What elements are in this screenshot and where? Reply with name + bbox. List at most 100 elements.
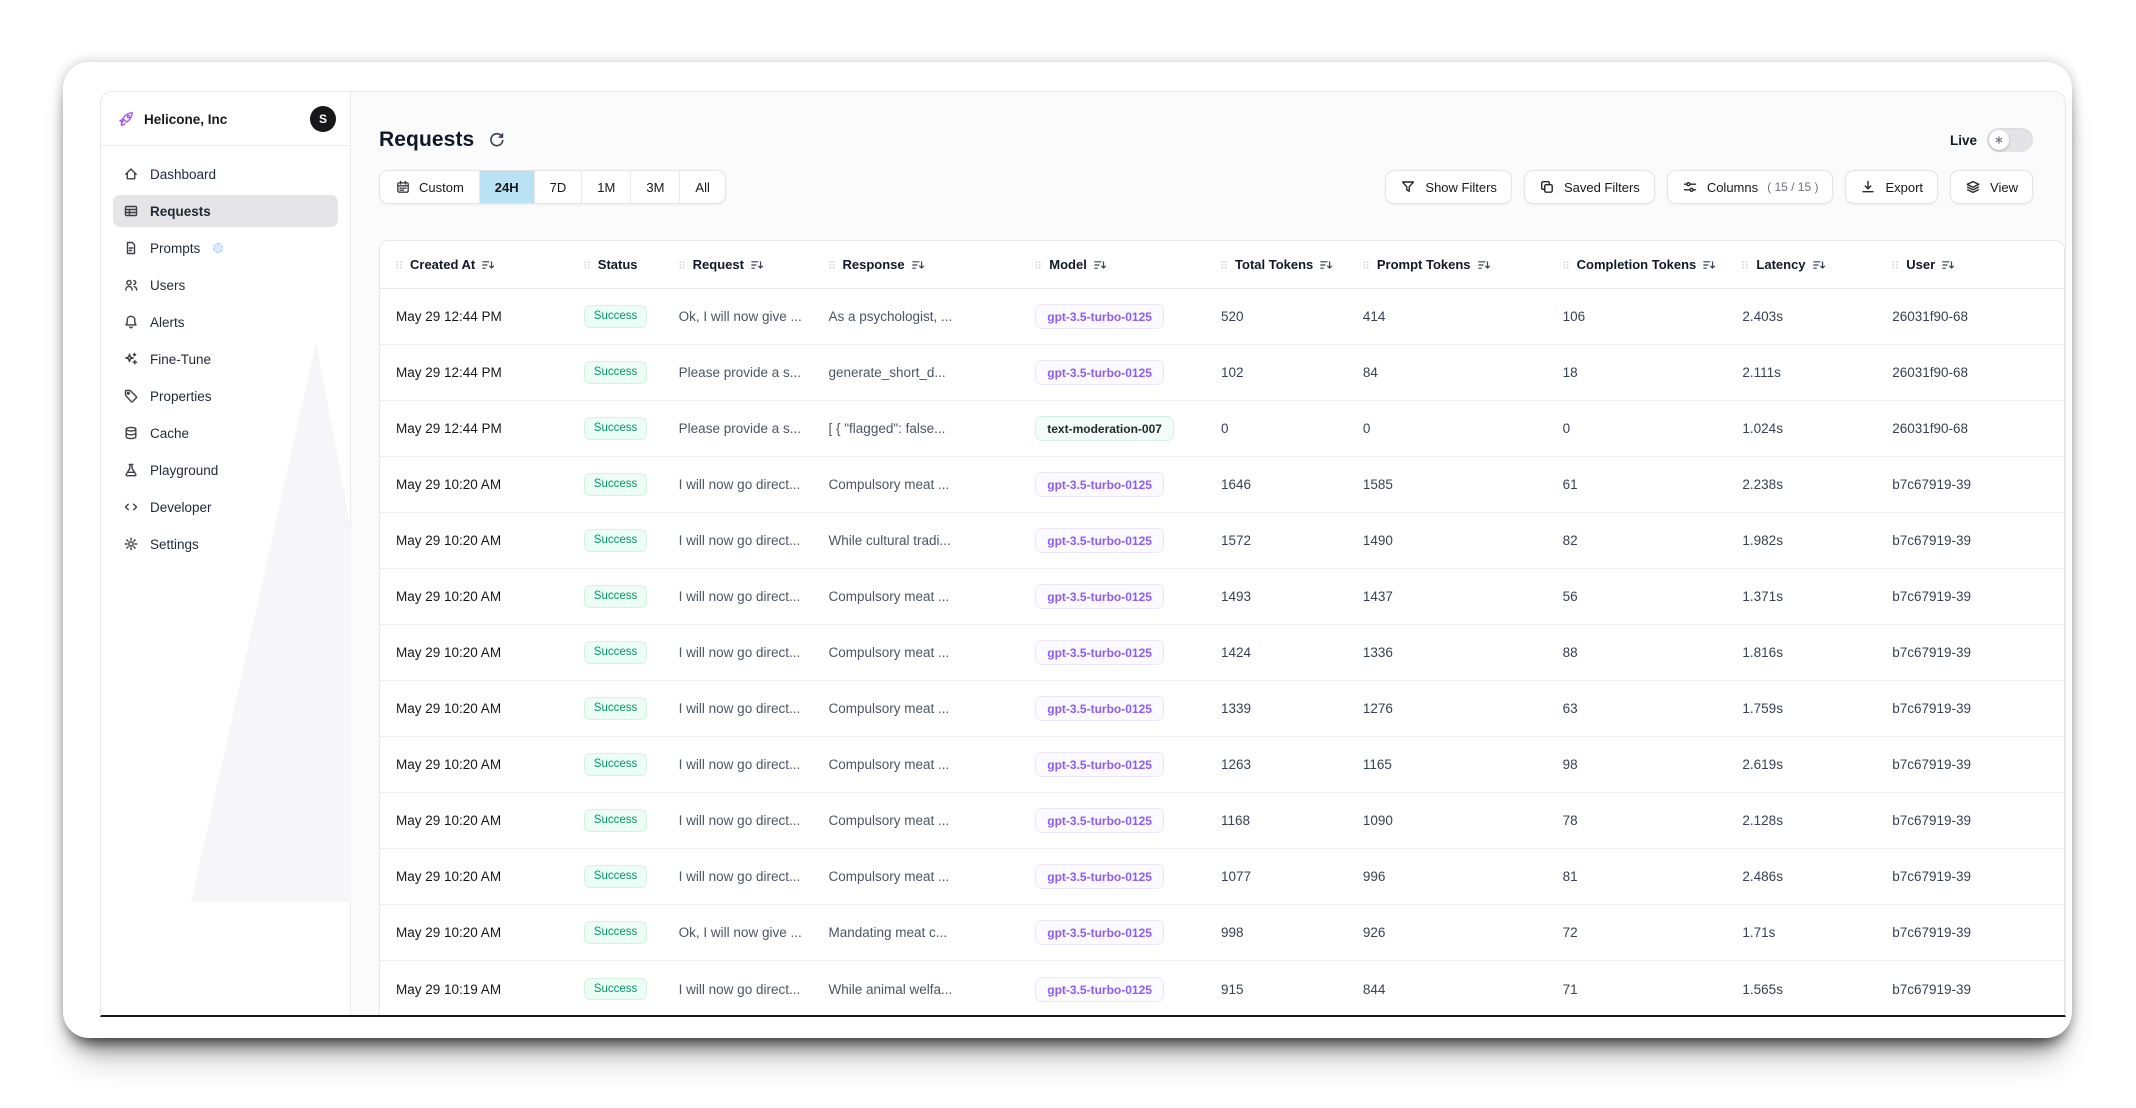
cell-response: While animal welfa... bbox=[813, 982, 1020, 997]
drag-handle-icon[interactable] bbox=[582, 258, 592, 272]
sidebar-item-users[interactable]: Users bbox=[113, 269, 338, 301]
button-label: Export bbox=[1885, 180, 1923, 195]
show-filters-button[interactable]: Show Filters bbox=[1385, 170, 1512, 204]
avatar[interactable]: S bbox=[310, 106, 336, 132]
table-row[interactable]: May 29 10:20 AMSuccessI will now go dire… bbox=[380, 681, 2064, 737]
drag-handle-icon[interactable] bbox=[1033, 258, 1043, 272]
table-body: May 29 12:44 PMSuccessOk, I will now giv… bbox=[380, 289, 2064, 1015]
sidebar-item-cache[interactable]: Cache bbox=[113, 417, 338, 449]
cell-prompt_tokens: 1437 bbox=[1347, 589, 1547, 604]
time-filter-1m[interactable]: 1M bbox=[582, 171, 631, 203]
cell-created_at: May 29 12:44 PM bbox=[380, 421, 568, 436]
table-row[interactable]: May 29 12:44 PMSuccessPlease provide a s… bbox=[380, 345, 2064, 401]
table-row[interactable]: May 29 10:20 AMSuccessI will now go dire… bbox=[380, 569, 2064, 625]
sidebar-item-dashboard[interactable]: Dashboard bbox=[113, 158, 338, 190]
status-badge: Success bbox=[584, 529, 647, 552]
sidebar-item-alerts[interactable]: Alerts bbox=[113, 306, 338, 338]
table-row[interactable]: May 29 12:44 PMSuccessOk, I will now giv… bbox=[380, 289, 2064, 345]
org-switcher[interactable]: Helicone, Inc S bbox=[101, 92, 350, 145]
sort-icon[interactable] bbox=[1812, 258, 1826, 272]
cell-request: I will now go direct... bbox=[663, 477, 813, 492]
column-header-status[interactable]: Status bbox=[568, 257, 663, 272]
table-row[interactable]: May 29 10:20 AMSuccessI will now go dire… bbox=[380, 793, 2064, 849]
sliders-icon bbox=[1682, 179, 1698, 195]
drag-handle-icon[interactable] bbox=[1561, 258, 1571, 272]
sort-icon[interactable] bbox=[750, 258, 764, 272]
sidebar-item-properties[interactable]: Properties bbox=[113, 380, 338, 412]
live-label: Live bbox=[1950, 133, 1977, 148]
sort-icon[interactable] bbox=[481, 258, 495, 272]
sort-icon[interactable] bbox=[1319, 258, 1333, 272]
time-filter-24h[interactable]: 24H bbox=[480, 171, 535, 203]
sidebar-item-playground[interactable]: Playground bbox=[113, 454, 338, 486]
cell-status: Success bbox=[568, 865, 663, 888]
sidebar-item-label: Requests bbox=[150, 204, 211, 219]
sort-icon[interactable] bbox=[1477, 258, 1491, 272]
drag-handle-icon[interactable] bbox=[1219, 258, 1229, 272]
sort-icon[interactable] bbox=[911, 258, 925, 272]
cell-total_tokens: 0 bbox=[1205, 421, 1347, 436]
table-row[interactable]: May 29 12:44 PMSuccessPlease provide a s… bbox=[380, 401, 2064, 457]
refresh-icon[interactable] bbox=[488, 132, 505, 149]
time-filter-7d[interactable]: 7D bbox=[535, 171, 583, 203]
cell-status: Success bbox=[568, 417, 663, 440]
table-row[interactable]: May 29 10:20 AMSuccessI will now go dire… bbox=[380, 513, 2064, 569]
column-header-user[interactable]: User bbox=[1876, 257, 2064, 272]
sidebar-item-developer[interactable]: Developer bbox=[113, 491, 338, 523]
column-header-request[interactable]: Request bbox=[663, 257, 813, 272]
table-row[interactable]: May 29 10:20 AMSuccessI will now go dire… bbox=[380, 737, 2064, 793]
drag-handle-icon[interactable] bbox=[677, 258, 687, 272]
time-filter-label: 1M bbox=[597, 180, 615, 195]
live-toggle[interactable] bbox=[1987, 128, 2033, 152]
cell-completion_tokens: 63 bbox=[1547, 701, 1727, 716]
cell-status: Success bbox=[568, 697, 663, 720]
column-header-prompt-tokens[interactable]: Prompt Tokens bbox=[1347, 257, 1547, 272]
drag-handle-icon[interactable] bbox=[827, 258, 837, 272]
cell-model: gpt-3.5-turbo-0125 bbox=[1019, 472, 1205, 497]
cell-latency: 1.982s bbox=[1726, 533, 1876, 548]
cell-total_tokens: 1572 bbox=[1205, 533, 1347, 548]
page-title: Requests bbox=[379, 128, 474, 152]
cell-user: 26031f90-68 bbox=[1876, 309, 2064, 325]
table-row[interactable]: May 29 10:20 AMSuccessOk, I will now giv… bbox=[380, 905, 2064, 961]
cell-prompt_tokens: 0 bbox=[1347, 421, 1547, 436]
cell-completion_tokens: 56 bbox=[1547, 589, 1727, 604]
column-header-total-tokens[interactable]: Total Tokens bbox=[1205, 257, 1347, 272]
column-header-response[interactable]: Response bbox=[813, 257, 1020, 272]
column-header-created-at[interactable]: Created At bbox=[380, 257, 568, 272]
time-filter-all[interactable]: All bbox=[680, 171, 724, 203]
cell-user: b7c67919-39 bbox=[1876, 645, 2064, 661]
sort-icon[interactable] bbox=[1702, 258, 1716, 272]
time-filter-label: All bbox=[695, 180, 709, 195]
saved-filters-button[interactable]: Saved Filters bbox=[1524, 170, 1655, 204]
table-row[interactable]: May 29 10:20 AMSuccessI will now go dire… bbox=[380, 625, 2064, 681]
button-label: Show Filters bbox=[1425, 180, 1497, 195]
column-header-latency[interactable]: Latency bbox=[1726, 257, 1876, 272]
drag-handle-icon[interactable] bbox=[1740, 258, 1750, 272]
cell-model: gpt-3.5-turbo-0125 bbox=[1019, 696, 1205, 721]
sidebar-item-requests[interactable]: Requests bbox=[113, 195, 338, 227]
drag-handle-icon[interactable] bbox=[394, 258, 404, 272]
drag-handle-icon[interactable] bbox=[1361, 258, 1371, 272]
sort-icon[interactable] bbox=[1941, 258, 1955, 272]
column-header-completion-tokens[interactable]: Completion Tokens bbox=[1547, 257, 1727, 272]
view-button[interactable]: View bbox=[1950, 170, 2033, 204]
export-button[interactable]: Export bbox=[1845, 170, 1938, 204]
cell-total_tokens: 520 bbox=[1205, 309, 1347, 324]
sidebar-item-prompts[interactable]: Prompts bbox=[113, 232, 338, 264]
table-row[interactable]: May 29 10:20 AMSuccessI will now go dire… bbox=[380, 457, 2064, 513]
time-filter-3m[interactable]: 3M bbox=[631, 171, 680, 203]
time-filter-custom[interactable]: Custom bbox=[380, 171, 480, 203]
cell-user: b7c67919-39 bbox=[1876, 869, 2064, 885]
table-row[interactable]: May 29 10:20 AMSuccessI will now go dire… bbox=[380, 849, 2064, 905]
sort-icon[interactable] bbox=[1093, 258, 1107, 272]
columns-button[interactable]: Columns( 15 / 15 ) bbox=[1667, 170, 1834, 204]
cell-created_at: May 29 12:44 PM bbox=[380, 309, 568, 324]
cell-completion_tokens: 88 bbox=[1547, 645, 1727, 660]
cell-completion_tokens: 18 bbox=[1547, 365, 1727, 380]
sidebar-item-settings[interactable]: Settings bbox=[113, 528, 338, 560]
drag-handle-icon[interactable] bbox=[1890, 258, 1900, 272]
column-header-model[interactable]: Model bbox=[1019, 257, 1205, 272]
table-row[interactable]: May 29 10:19 AMSuccessI will now go dire… bbox=[380, 961, 2064, 1015]
sidebar-item-fine-tune[interactable]: Fine-Tune bbox=[113, 343, 338, 375]
